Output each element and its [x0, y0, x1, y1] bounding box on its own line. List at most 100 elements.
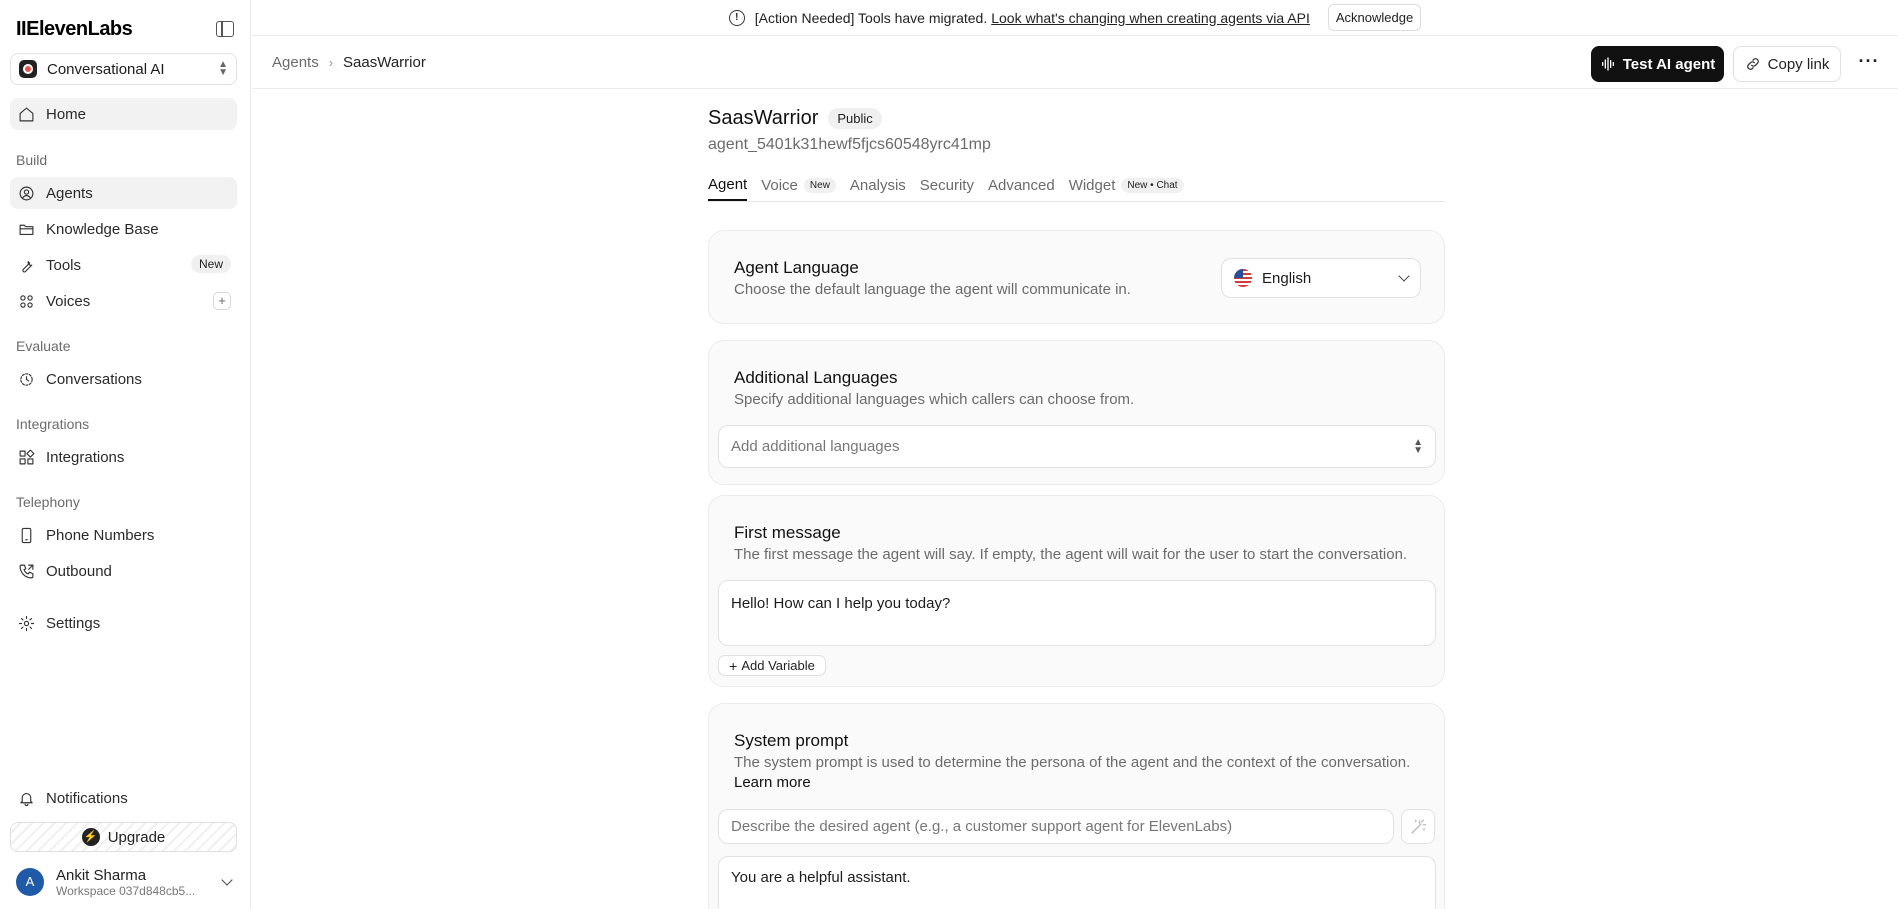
section-label-evaluate: Evaluate [16, 338, 71, 354]
copy-button-label: Copy link [1767, 55, 1830, 73]
breadcrumb: Agents › SaasWarrior [272, 54, 426, 71]
updown-chevron-icon: ▲ ▼ [218, 59, 228, 78]
us-flag-icon [1234, 269, 1252, 287]
first-message-card: First message The first message the agen… [708, 495, 1445, 687]
card-description: Specify additional languages which calle… [734, 391, 1135, 408]
card-title: First message [734, 523, 841, 542]
banner-text: [Action Needed] Tools have migrated. [754, 9, 988, 26]
sidebar-item-knowledge-base[interactable]: Knowledge Base [10, 213, 237, 245]
sidebar-item-notifications[interactable]: Notifications [10, 782, 237, 814]
add-voice-icon[interactable]: + [213, 292, 231, 310]
avatar: A [16, 868, 44, 896]
system-prompt-textarea[interactable]: You are a helpful assistant. [718, 856, 1436, 909]
test-ai-agent-button[interactable]: Test AI agent [1591, 46, 1724, 82]
elevenlabs-logo[interactable]: IIElevenLabs [16, 18, 133, 41]
tab-agent[interactable]: Agent [708, 168, 748, 201]
tab-label: Security [919, 177, 974, 194]
agent-language-card: Agent Language Choose the default langua… [708, 230, 1445, 324]
sidebar-item-tools[interactable]: Tools New [10, 249, 237, 281]
sidebar-item-conversations[interactable]: Conversations [10, 363, 237, 395]
user-name: Ankit Sharma [56, 866, 147, 884]
tab-widget[interactable]: Widget New • Chat [1069, 168, 1184, 201]
magic-wand-icon[interactable] [1401, 809, 1435, 844]
section-label-integrations: Integrations [16, 416, 90, 432]
sidebar-item-label: Knowledge Base [46, 220, 159, 238]
chevron-right-icon: › [328, 55, 334, 70]
system-prompt-card: System prompt The system prompt is used … [708, 703, 1445, 909]
waveform-icon [1601, 57, 1614, 71]
add-variable-button[interactable]: + Add Variable [718, 655, 826, 676]
workspace-logo-icon [19, 60, 37, 78]
sidebar-item-label: Integrations [46, 448, 125, 466]
language-value: English [1262, 269, 1312, 287]
sidebar-item-voices[interactable]: Voices + [10, 285, 237, 317]
sidebar-item-agents[interactable]: Agents [10, 177, 237, 209]
workspace-label: Conversational AI [47, 60, 165, 78]
sidebar-item-settings[interactable]: Settings [10, 607, 237, 639]
acknowledge-button[interactable]: Acknowledge [1327, 4, 1422, 31]
history-icon [17, 370, 35, 388]
card-description: The first message the agent will say. If… [734, 546, 1408, 563]
page-header: Agents › SaasWarrior Test AI agent Copy … [252, 37, 1898, 89]
chevron-down-icon [221, 874, 233, 886]
sidebar-item-label: Settings [46, 614, 101, 632]
tab-advanced[interactable]: Advanced [988, 168, 1055, 201]
sidebar-item-outbound[interactable]: Outbound [10, 555, 237, 587]
additional-languages-card: Additional Languages Specify additional … [708, 340, 1445, 485]
visibility-badge: Public [828, 107, 882, 129]
upgrade-button[interactable]: ⚡ Upgrade [10, 822, 237, 852]
tab-label: Widget [1068, 177, 1116, 194]
wrench-icon [17, 256, 35, 274]
home-icon [17, 105, 35, 123]
card-title: System prompt [734, 731, 849, 750]
more-options-icon[interactable]: ··· [1852, 46, 1886, 82]
sidebar: IIElevenLabs Conversational AI ▲ ▼ Home B… [0, 0, 251, 909]
banner-link[interactable]: Look what's changing when creating agent… [991, 10, 1310, 26]
bolt-icon: ⚡ [81, 828, 100, 846]
user-info: Ankit Sharma Workspace 037d848cb5... [56, 867, 195, 898]
sidebar-item-home[interactable]: Home [10, 98, 237, 130]
phone-device-icon [17, 526, 35, 544]
apps-icon [17, 448, 35, 466]
first-message-value: Hello! How can I help you today? [731, 595, 951, 612]
tab-voice[interactable]: Voice New [761, 168, 836, 201]
section-label-build: Build [16, 152, 48, 168]
grid-icon [17, 292, 35, 310]
sidebar-item-phone-numbers[interactable]: Phone Numbers [10, 519, 237, 551]
user-circle-icon [17, 184, 35, 202]
gear-icon [17, 614, 35, 632]
section-label-telephony: Telephony [16, 494, 80, 510]
prompt-generator-input[interactable]: Describe the desired agent (e.g., a cust… [718, 809, 1394, 844]
wand-icon [1411, 819, 1427, 834]
sidebar-item-label: Voices [46, 292, 91, 310]
language-select[interactable]: English [1221, 258, 1421, 298]
user-menu[interactable]: A Ankit Sharma Workspace 037d848cb5... [16, 864, 233, 900]
new-badge: New [190, 255, 231, 273]
user-workspace: Workspace 037d848cb5... [56, 883, 196, 898]
card-title: Additional Languages [734, 368, 898, 387]
tab-label: Voice [761, 177, 798, 194]
migration-banner: ! [Action Needed] Tools have migrated. L… [252, 0, 1898, 36]
learn-more-link[interactable]: Learn more [734, 774, 811, 791]
tab-security[interactable]: Security [920, 168, 974, 201]
plus-icon: + [729, 657, 738, 674]
page-title: SaasWarrior [708, 106, 819, 129]
new-badge: New [803, 178, 836, 193]
sidebar-item-integrations[interactable]: Integrations [10, 441, 237, 473]
select-placeholder: Add additional languages [731, 438, 900, 455]
additional-languages-select[interactable]: Add additional languages ▲ ▼ [718, 425, 1436, 468]
tab-analysis[interactable]: Analysis [850, 168, 906, 201]
first-message-textarea[interactable]: Hello! How can I help you today? [718, 580, 1436, 646]
card-title: Agent Language [734, 258, 859, 277]
new-chat-badge: New • Chat [1121, 178, 1184, 193]
workspace-selector[interactable]: Conversational AI ▲ ▼ [10, 53, 237, 85]
folder-icon [17, 220, 35, 238]
bell-icon [17, 789, 35, 807]
agent-id[interactable]: agent_5401k31hewf5fjcs60548yrc41mp [708, 136, 1445, 154]
sidebar-toggle-icon[interactable] [216, 21, 234, 37]
system-prompt-value: You are a helpful assistant. [731, 869, 911, 886]
link-icon [1746, 58, 1759, 70]
breadcrumb-agents[interactable]: Agents [272, 54, 319, 71]
tab-bar: Agent Voice New Analysis Security Advanc… [708, 168, 1445, 202]
copy-link-button[interactable]: Copy link [1733, 46, 1841, 82]
